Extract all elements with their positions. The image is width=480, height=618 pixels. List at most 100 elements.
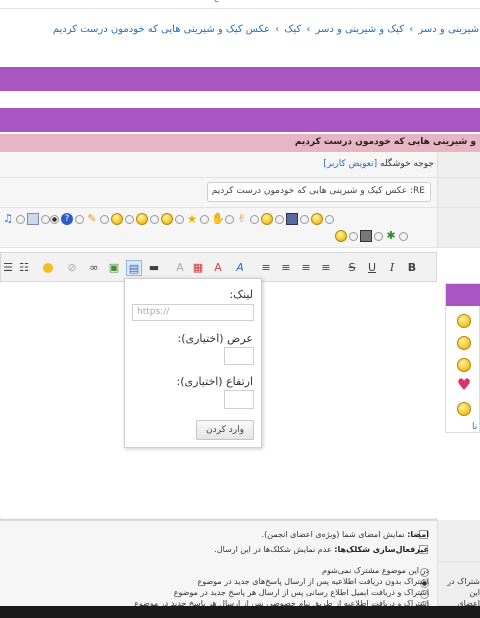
link-label: لینک: xyxy=(229,288,253,301)
thread-title: و شیرینی هایی که خودمون درست کردیم xyxy=(294,137,476,147)
star-icon[interactable]: ★ xyxy=(186,213,198,225)
icon-radio[interactable] xyxy=(125,214,134,224)
more-smilies-link[interactable]: نا xyxy=(472,422,477,432)
horizontal-rule-icon[interactable]: ▬ xyxy=(146,260,162,276)
post-options xyxy=(0,520,437,562)
question-icon[interactable]: ? xyxy=(61,213,73,225)
smilies-panel-header xyxy=(446,284,480,306)
disable-smilies-option: غیرفعال‌سازی شکلک‌ها: عدم نمایش شکلک‌ها … xyxy=(214,545,429,554)
align-center-icon[interactable]: ≡ xyxy=(298,260,314,276)
insert-button[interactable]: وارد کردن xyxy=(196,420,254,440)
post-icon-label-cell xyxy=(437,208,480,248)
happy-icon[interactable] xyxy=(261,213,273,225)
confused-icon[interactable] xyxy=(311,213,323,225)
pencil-icon[interactable]: ✎ xyxy=(86,213,98,225)
icon-radio[interactable] xyxy=(349,231,358,241)
icon-radio[interactable] xyxy=(250,214,259,224)
icon-radio[interactable] xyxy=(41,214,50,224)
laugh-icon[interactable] xyxy=(161,213,173,225)
numbered-list-icon[interactable]: ☷ xyxy=(16,260,32,276)
italic-button[interactable]: I xyxy=(384,260,400,276)
cool-icon[interactable] xyxy=(335,230,347,242)
icon-radio[interactable] xyxy=(225,214,234,224)
smile-icon[interactable] xyxy=(111,213,123,225)
disable-smilies-text: عدم نمایش شکلک‌ها در این ارسال. xyxy=(214,545,335,554)
username-row-label-cell xyxy=(437,152,480,178)
signature-option-title: امضا: xyxy=(407,530,429,539)
film-icon[interactable] xyxy=(286,213,298,225)
smilie-thinking-icon[interactable] xyxy=(457,358,471,372)
strikethrough-button[interactable]: S xyxy=(344,260,360,276)
smilie-grin-icon[interactable] xyxy=(457,314,471,328)
clapper-icon[interactable] xyxy=(360,230,372,242)
icon-radio-selected[interactable] xyxy=(50,214,59,224)
breadcrumb-separator: › xyxy=(306,24,311,35)
smilie-wink-icon[interactable] xyxy=(457,402,471,416)
top-glyph: ε xyxy=(214,0,219,5)
font-color-icon[interactable]: ▦ xyxy=(190,260,206,276)
subscription-option-2: اشتراک بدون دریافت اطلاعیه پس از ارسال پ… xyxy=(197,577,429,586)
editor-toolbar: ☰ ☷ ⊘ ∞ ▣ ▤ ▬ A ▦ A A ≡ ≡ ≡ ≡ S U I B xyxy=(0,258,437,278)
icon-radio[interactable] xyxy=(175,214,184,224)
image-icon[interactable]: ▣ xyxy=(106,260,122,276)
link-url-input[interactable]: https:// xyxy=(132,304,254,321)
subject-row-label-cell xyxy=(437,178,480,208)
width-input[interactable] xyxy=(224,347,254,365)
subscription-label-line-1: شتراک در این xyxy=(447,577,480,597)
music-note-icon[interactable]: ♫ xyxy=(2,213,14,225)
icon-radio[interactable] xyxy=(399,231,408,241)
picture-icon[interactable] xyxy=(27,213,39,225)
unlink-icon[interactable]: ⊘ xyxy=(64,260,80,276)
subscription-label: شتراک در این اعضای xyxy=(438,576,480,609)
bug-icon[interactable]: ✱ xyxy=(385,230,397,242)
underline-button[interactable]: U xyxy=(364,260,380,276)
align-right-icon[interactable]: ≡ xyxy=(278,260,294,276)
user-line: جوجه خوشگله [تعویض کاربر] xyxy=(323,159,434,169)
change-user-link[interactable]: [تعویض کاربر] xyxy=(323,159,377,169)
font-size-icon[interactable]: A xyxy=(210,260,226,276)
breadcrumb-separator: › xyxy=(409,24,414,35)
icon-radio[interactable] xyxy=(275,214,284,224)
bullet-list-icon[interactable]: ☰ xyxy=(0,260,16,276)
video-icon[interactable]: ▤ xyxy=(126,260,142,276)
font-family-icon[interactable]: A xyxy=(232,260,248,276)
signature-option-text: نمایش امضای شما (ویژه‌ی اعضای انجمن). xyxy=(261,530,408,539)
thumbs-up-icon[interactable]: ✌ xyxy=(236,213,248,225)
height-input[interactable] xyxy=(224,390,254,409)
subscription-option-3: اشتراک و دریافت ایمیل اطلاع رسانی پس از … xyxy=(173,588,429,597)
icon-radio[interactable] xyxy=(100,214,109,224)
breadcrumb-item-0[interactable]: شیرینی و دسر xyxy=(418,24,479,35)
subject-input[interactable]: RE: عکس کیک و شیرینی هایی که خودمون درست… xyxy=(207,182,431,202)
insert-link-popup: لینک: https:// عرض (اختیاری): ارتفاع (اخ… xyxy=(124,278,262,448)
icon-radio[interactable] xyxy=(374,231,383,241)
icon-radio[interactable] xyxy=(75,214,84,224)
remove-format-icon[interactable]: A xyxy=(172,260,188,276)
thumbs-down-icon[interactable]: ✋ xyxy=(211,213,225,225)
emoticon-icon[interactable] xyxy=(40,260,56,276)
thread-title-row: و شیرینی هایی که خودمون درست کردیم xyxy=(0,134,480,152)
smilie-heart-icon[interactable]: ♥ xyxy=(456,377,472,393)
icon-radio[interactable] xyxy=(150,214,159,224)
top-strip: ε xyxy=(0,0,480,9)
breadcrumb-item-1[interactable]: کیک و شیرینی و دسر xyxy=(316,24,405,35)
smilies-panel: ♥ نا xyxy=(445,283,480,433)
align-justify-icon[interactable]: ≡ xyxy=(258,260,274,276)
post-icon-row-1: ♫ ? ✎ ★ ✋ ✌ xyxy=(0,212,334,226)
icon-radio[interactable] xyxy=(300,214,309,224)
header-bar xyxy=(0,67,480,91)
align-left-icon[interactable]: ≡ xyxy=(318,260,334,276)
icon-radio[interactable] xyxy=(325,214,334,224)
post-options-label-cell xyxy=(437,520,480,562)
grin-icon[interactable] xyxy=(136,213,148,225)
breadcrumb: شیرینی و دسر › کیک و شیرینی و دسر › کیک … xyxy=(52,24,480,35)
smilie-confused-icon[interactable] xyxy=(457,336,471,350)
bottom-bar xyxy=(0,606,480,618)
icon-radio[interactable] xyxy=(16,214,25,224)
post-icon-row-2: ✱ xyxy=(333,229,408,243)
icon-radio[interactable] xyxy=(200,214,209,224)
breadcrumb-item-3[interactable]: عکس کیک و شیرینی هایی که خودمون درست کرد… xyxy=(53,24,270,35)
signature-option: امضا: نمایش امضای شما (ویژه‌ی اعضای انجم… xyxy=(262,530,429,539)
link-icon[interactable]: ∞ xyxy=(86,260,102,276)
breadcrumb-item-2[interactable]: کیک xyxy=(284,24,301,35)
bold-button[interactable]: B xyxy=(404,260,420,276)
